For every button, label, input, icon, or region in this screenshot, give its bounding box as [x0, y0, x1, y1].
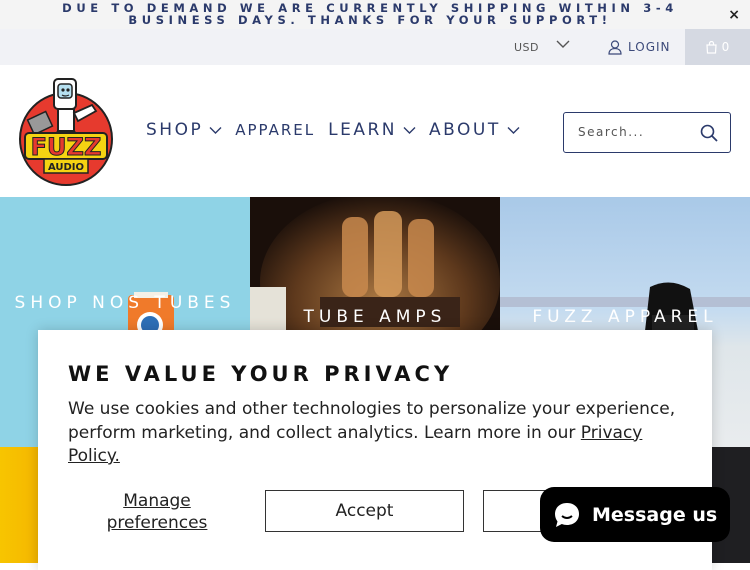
logo-text-audio: AUDIO [48, 162, 84, 173]
login-link[interactable]: LOGIN [608, 38, 671, 56]
tile-label: SHOP NOS TUBES [14, 293, 236, 313]
nav-about-label: ABOUT [429, 120, 501, 140]
search-icon[interactable] [700, 124, 718, 142]
cart-button[interactable]: 0 [685, 29, 750, 65]
nav-learn[interactable]: LEARN [328, 120, 416, 140]
chat-icon [555, 502, 579, 527]
privacy-body: We use cookies and other technologies to… [68, 398, 678, 469]
nav-apparel-label: APPAREL [235, 121, 316, 139]
message-us-button[interactable]: Message us [540, 487, 730, 542]
site-header: FUZZ AUDIO SHOP APPAREL LEARN ABOUT [0, 65, 750, 197]
main-nav: SHOP APPAREL LEARN ABOUT [146, 120, 533, 140]
fuzz-audio-logo[interactable]: FUZZ AUDIO [18, 75, 114, 187]
search-box [563, 112, 731, 153]
announcement-text: Due to demand we are currently shipping … [62, 1, 678, 27]
manage-preferences-link[interactable]: Manage preferences [83, 490, 231, 534]
chevron-down-icon [403, 126, 416, 134]
user-icon [608, 39, 622, 55]
cart-count: 0 [721, 40, 730, 54]
logo-text-fuzz: FUZZ [31, 133, 102, 161]
currency-selector[interactable]: USD [514, 41, 539, 54]
tile-label: FUZZ APPAREL [532, 307, 718, 327]
accept-button[interactable]: Accept [265, 490, 464, 532]
nav-learn-label: LEARN [328, 120, 398, 140]
privacy-title: WE VALUE YOUR PRIVACY [68, 362, 454, 386]
nav-shop-label: SHOP [146, 120, 204, 140]
search-input[interactable] [578, 125, 688, 139]
login-label: LOGIN [628, 40, 671, 54]
close-icon[interactable]: × [728, 7, 740, 23]
chevron-down-icon [507, 126, 520, 134]
chat-label: Message us [592, 503, 718, 526]
nav-apparel[interactable]: APPAREL [235, 121, 315, 139]
chevron-down-icon[interactable] [556, 39, 570, 49]
nav-about[interactable]: ABOUT [429, 120, 520, 140]
bag-icon [706, 40, 717, 54]
nav-shop[interactable]: SHOP [146, 120, 222, 140]
utility-bar: USD LOGIN 0 [0, 29, 750, 65]
tile-label: TUBE AMPS [303, 307, 447, 327]
announcement-bar: Due to demand we are currently shipping … [0, 0, 750, 29]
chevron-down-icon [209, 126, 222, 134]
